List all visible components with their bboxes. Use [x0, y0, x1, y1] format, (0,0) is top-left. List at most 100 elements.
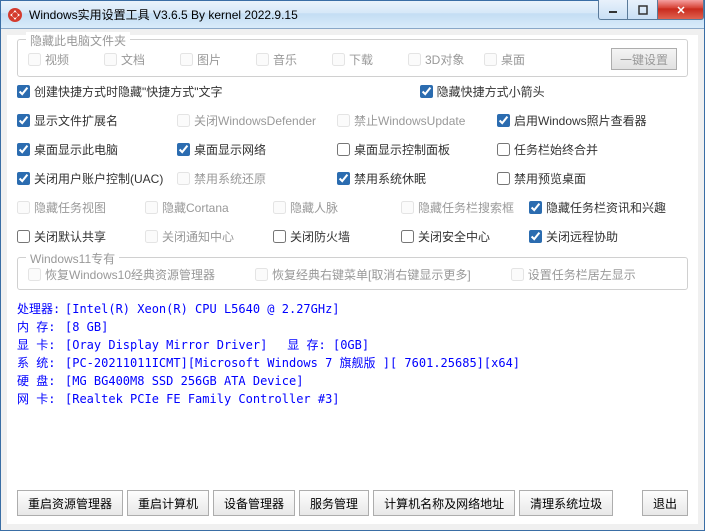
opt-0-0-checkbox[interactable]: [17, 85, 30, 98]
opt-3-2-checkbox[interactable]: [337, 172, 350, 185]
opt-3-0-checkbox[interactable]: [17, 172, 30, 185]
sysinfo-value-3: [PC-20211011ICMT][Microsoft Windows 7 旗舰…: [65, 354, 520, 372]
folder-chk-2-checkbox: [180, 53, 193, 66]
opt-5-0-checkbox[interactable]: [17, 230, 30, 243]
sysinfo-line-3: 系 统:[PC-20211011ICMT][Microsoft Windows …: [17, 354, 688, 372]
opt-5-2-checkbox[interactable]: [273, 230, 286, 243]
opt-5-4-label: 关闭远程协助: [546, 228, 618, 245]
opt-2-2-label: 桌面显示控制面板: [354, 141, 450, 158]
opt-5-4-checkbox[interactable]: [529, 230, 542, 243]
maximize-button[interactable]: [628, 0, 658, 20]
folder-chk-4: 下载: [332, 51, 408, 68]
sysinfo-line-1: 内 存:[8 GB]: [17, 318, 688, 336]
win11-group: Windows11专有 恢复Windows10经典资源管理器恢复经典右键菜单[取…: [17, 257, 688, 290]
sysinfo-line-0: 处理器:[Intel(R) Xeon(R) CPU L5640 @ 2.27GH…: [17, 300, 688, 318]
titlebar[interactable]: Windows实用设置工具 V3.6.5 By kernel 2022.9.15: [1, 1, 704, 29]
opt-2-3[interactable]: 任务栏始终合并: [497, 141, 657, 158]
opt-5-3[interactable]: 关闭安全中心: [401, 228, 529, 245]
sysinfo-label-5: 网 卡:: [17, 390, 65, 408]
opt-5-1-checkbox: [145, 230, 158, 243]
opt-0-0[interactable]: 创建快捷方式时隐藏"快捷方式"文字: [17, 83, 285, 100]
sysinfo-label-4: 硬 盘:: [17, 372, 65, 390]
computer-name-button[interactable]: 计算机名称及网络地址: [373, 490, 515, 516]
opt-5-2[interactable]: 关闭防火墙: [273, 228, 401, 245]
content-area: 隐藏此电脑文件夹 视频文档图片音乐下载3D对象桌面一键设置 创建快捷方式时隐藏"…: [7, 35, 698, 524]
opt-1-2: 禁止WindowsUpdate: [337, 112, 497, 129]
services-button[interactable]: 服务管理: [299, 490, 369, 516]
folder-chk-3-label: 音乐: [273, 51, 297, 68]
folder-chk-6: 桌面: [484, 51, 560, 68]
opt-3-1-label: 禁用系统还原: [194, 170, 266, 187]
opt-4-4-checkbox[interactable]: [529, 201, 542, 214]
opt-2-0-checkbox[interactable]: [17, 143, 30, 156]
opt-1-3[interactable]: 启用Windows照片查看器: [497, 112, 657, 129]
app-icon: [7, 7, 23, 23]
sysinfo-value-1: [8 GB]: [65, 318, 108, 336]
opt-5-0[interactable]: 关闭默认共享: [17, 228, 145, 245]
opt-2-2[interactable]: 桌面显示控制面板: [337, 141, 497, 158]
sysinfo-value-5: [Realtek PCIe FE Family Controller #3]: [65, 390, 340, 408]
win11-chk-1-label: 恢复经典右键菜单[取消右键显示更多]: [272, 266, 471, 283]
opt-3-3-checkbox[interactable]: [497, 172, 510, 185]
options-container: 创建快捷方式时隐藏"快捷方式"文字 隐藏快捷方式小箭头显示文件扩展名 关闭Windo…: [17, 83, 688, 257]
opt-3-3[interactable]: 禁用预览桌面: [497, 170, 657, 187]
opt-2-3-label: 任务栏始终合并: [514, 141, 598, 158]
folder-chk-0-label: 视频: [45, 51, 69, 68]
folder-chk-0: 视频: [28, 51, 104, 68]
restart-explorer-button[interactable]: 重启资源管理器: [17, 490, 123, 516]
folder-chk-2-label: 图片: [197, 51, 221, 68]
opt-1-0[interactable]: 显示文件扩展名: [17, 112, 177, 129]
maximize-icon: [638, 5, 648, 15]
opt-2-2-checkbox[interactable]: [337, 143, 350, 156]
win11-chk-1-checkbox: [255, 268, 268, 281]
opt-4-1-checkbox: [145, 201, 158, 214]
minimize-icon: [608, 5, 618, 15]
folders-row: 视频文档图片音乐下载3D对象桌面一键设置: [28, 48, 677, 70]
minimize-button[interactable]: [598, 0, 628, 20]
folders-group: 隐藏此电脑文件夹 视频文档图片音乐下载3D对象桌面一键设置: [17, 39, 688, 77]
opt-3-1-checkbox: [177, 172, 190, 185]
opt-3-0[interactable]: 关闭用户账户控制(UAC): [17, 170, 177, 187]
opt-2-0[interactable]: 桌面显示此电脑: [17, 141, 177, 158]
opt-1-0-label: 显示文件扩展名: [34, 112, 118, 129]
opt-5-3-checkbox[interactable]: [401, 230, 414, 243]
bottom-toolbar: 重启资源管理器 重启计算机 设备管理器 服务管理 计算机名称及网络地址 清理系统…: [17, 490, 688, 516]
win11-chk-2-checkbox: [511, 268, 524, 281]
opt-4-2-checkbox: [273, 201, 286, 214]
opt-1-0-checkbox[interactable]: [17, 114, 30, 127]
opt-1-3-checkbox[interactable]: [497, 114, 510, 127]
folders-group-title: 隐藏此电脑文件夹: [26, 32, 130, 49]
folder-chk-2: 图片: [180, 51, 256, 68]
opt-2-1-checkbox[interactable]: [177, 143, 190, 156]
opt-2-1[interactable]: 桌面显示网络: [177, 141, 337, 158]
opt-2-3-checkbox[interactable]: [497, 143, 510, 156]
win11-chk-1: 恢复经典右键菜单[取消右键显示更多]: [255, 266, 471, 283]
win11-chk-2-label: 设置任务栏居左显示: [528, 266, 636, 283]
close-button[interactable]: [658, 0, 704, 20]
win11-chk-2: 设置任务栏居左显示: [511, 266, 636, 283]
opt-4-4[interactable]: 隐藏任务栏资讯和兴趣: [529, 199, 657, 216]
restart-computer-button[interactable]: 重启计算机: [127, 490, 209, 516]
opt-1-1-label: 关闭WindowsDefender: [194, 112, 316, 129]
opt-5-2-label: 关闭防火墙: [290, 228, 350, 245]
sysinfo-extra-2: 显 存: [0GB]: [287, 336, 369, 354]
folder-chk-3-checkbox: [256, 53, 269, 66]
opt-0-2-checkbox[interactable]: [420, 85, 433, 98]
opt-3-2[interactable]: 禁用系统休眠: [337, 170, 497, 187]
exit-button[interactable]: 退出: [642, 490, 688, 516]
opt-4-2-label: 隐藏人脉: [290, 199, 338, 216]
window-controls: [598, 1, 704, 28]
device-manager-button[interactable]: 设备管理器: [213, 490, 295, 516]
opt-3-0-label: 关闭用户账户控制(UAC): [34, 170, 163, 187]
opt-1-2-label: 禁止WindowsUpdate: [354, 112, 465, 129]
opt-3-2-label: 禁用系统休眠: [354, 170, 426, 187]
win11-chk-0: 恢复Windows10经典资源管理器: [28, 266, 215, 283]
sysinfo-label-3: 系 统:: [17, 354, 65, 372]
opt-4-3-label: 隐藏任务栏搜索框: [418, 199, 514, 216]
opt-5-4[interactable]: 关闭远程协助: [529, 228, 657, 245]
clean-system-button[interactable]: 清理系统垃圾: [519, 490, 613, 516]
opt-3-1: 禁用系统还原: [177, 170, 337, 187]
opt-0-2[interactable]: 隐藏快捷方式小箭头: [420, 83, 554, 100]
opt-4-1-label: 隐藏Cortana: [162, 199, 229, 216]
folder-chk-1-checkbox: [104, 53, 117, 66]
